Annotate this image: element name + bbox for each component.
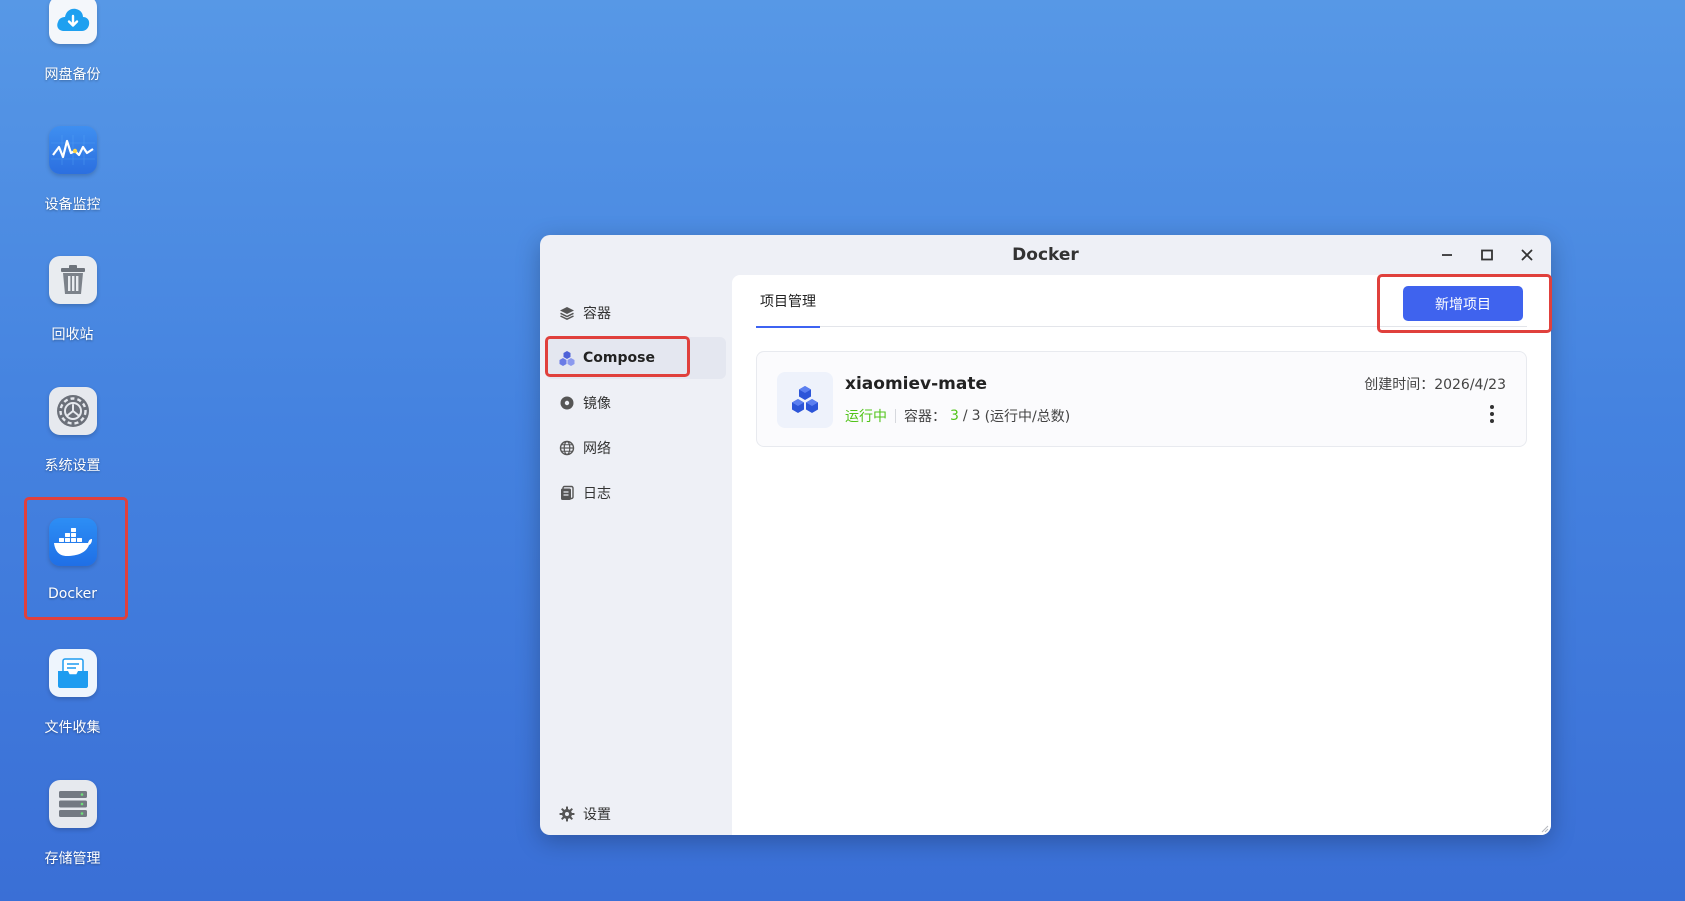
created-time: 创建时间：2026/4/23 [1364,377,1506,393]
desktop-icon-label: 网盘备份 [44,67,101,83]
maximize-icon [1481,249,1493,261]
containers-label: 容器： [904,409,946,425]
desktop-icon-label: 存储管理 [44,851,101,867]
desktop-icon-label: 文件收集 [44,720,101,736]
desktop-icon-docker[interactable]: Docker [0,518,145,638]
status-badge: 运行中 [845,409,887,425]
sidebar-item-compose[interactable]: Compose [546,337,726,379]
sidebar-item-label: 网络 [583,441,611,457]
sidebar-item-label: 镜像 [583,396,611,412]
docker-window: Docker 容器 Compose 镜像 网络 日志 设置 项目管理 新增项目 … [540,235,1551,835]
sidebar-item-images[interactable]: 镜像 [546,382,726,424]
desktop-icon-recycle-bin[interactable]: 回收站 [0,256,145,376]
monitor-chart-icon [48,126,97,174]
more-dot-icon [1490,419,1494,423]
desktop-icon-system-settings[interactable]: 系统设置 [0,387,145,507]
close-icon [1521,249,1533,261]
desktop-icon-label: 回收站 [51,327,94,343]
globe-icon [558,439,576,457]
tab-project-management[interactable]: 项目管理 [756,275,820,328]
add-project-button[interactable]: 新增项目 [1403,286,1523,321]
compose-cubes-icon [558,349,576,367]
desktop-icon-label: 设备监控 [44,197,101,213]
cloud-download-icon [48,0,97,44]
sidebar-item-settings[interactable]: 设置 [546,793,726,835]
sidebar-item-network[interactable]: 网络 [546,427,726,469]
sidebar-item-label: 日志 [583,486,611,502]
desktop-icon-device-monitor[interactable]: 设备监控 [0,126,145,246]
meta-divider [895,409,896,423]
desktop-icon-storage-manager[interactable]: 存储管理 [0,780,145,900]
gear-icon [558,805,576,823]
sidebar-item-logs[interactable]: 日志 [546,472,726,514]
sidebar-item-containers[interactable]: 容器 [546,292,726,334]
minimize-icon [1442,254,1452,256]
running-count: 3 [950,408,959,424]
more-dot-icon [1490,405,1494,409]
close-button[interactable] [1515,243,1539,267]
desktop-icon-label: Docker [47,586,98,602]
sidebar-item-label: Compose [583,350,655,366]
containers-note: (运行中/总数) [984,409,1071,425]
project-name: xiaomiev-mate [845,374,987,394]
trash-icon [48,256,97,304]
compose-project-icon [777,372,833,428]
project-card[interactable]: xiaomiev-mate 运行中 容器： 3 / 3 (运行中/总数) 创建时… [756,351,1527,447]
minimize-button[interactable] [1435,243,1459,267]
main-content: 项目管理 新增项目 xiaomiev-mate 运行中 容器： 3 / 3 (运… [732,275,1551,835]
gear-icon [48,387,97,435]
storage-icon [48,780,97,828]
count-separator: / [962,408,968,424]
file-collect-icon [48,649,97,697]
sidebar-item-label: 容器 [583,306,611,322]
total-count: 3 [971,408,981,424]
layers-icon [558,304,576,322]
more-options-button[interactable] [1486,402,1498,426]
resize-grip-icon[interactable] [1539,823,1549,833]
desktop-icon-file-collect[interactable]: 文件收集 [0,649,145,769]
project-meta: 运行中 容器： 3 / 3 (运行中/总数) [845,406,1070,426]
desktop-icon-cloud-backup[interactable]: 网盘备份 [0,0,145,116]
disc-icon [558,394,576,412]
log-doc-icon [558,484,576,502]
docker-whale-icon [48,518,97,566]
more-dot-icon [1490,412,1494,416]
desktop-icon-label: 系统设置 [44,458,101,474]
window-titlebar[interactable]: Docker [540,235,1551,275]
sidebar-item-label: 设置 [583,807,611,823]
sidebar: 容器 Compose 镜像 网络 日志 设置 [540,275,732,835]
window-controls [1435,243,1539,267]
window-title: Docker [1012,245,1079,265]
maximize-button[interactable] [1475,243,1499,267]
